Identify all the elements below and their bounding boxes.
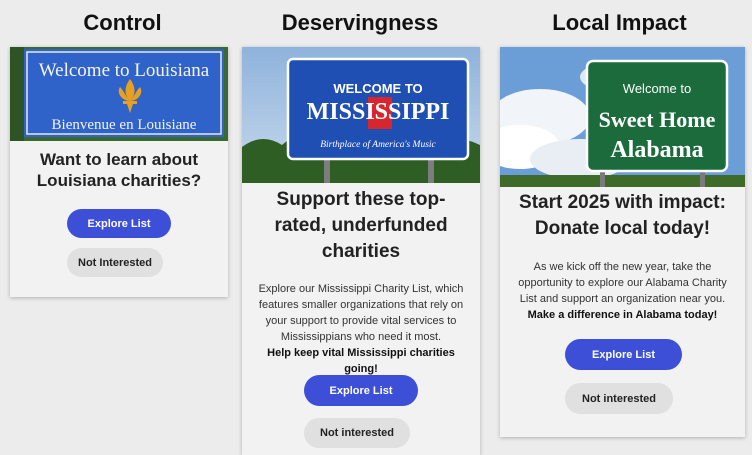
louisiana-sign-line2: Bienvenue en Louisiane: [52, 117, 197, 133]
alabama-sign-line3: Alabama: [610, 137, 703, 163]
louisiana-sign-image: Welcome to Louisiana Bienvenue en Louisi…: [10, 47, 228, 141]
column-title-control: Control: [83, 10, 162, 35]
deservingness-body: Explore our Mississippi Charity List, wh…: [252, 281, 470, 377]
not-interested-button[interactable]: Not Interested: [67, 248, 163, 277]
mississippi-sign-line1: WELCOME TO: [333, 81, 422, 96]
local-impact-body-bold: Make a difference in Alabama today!: [527, 309, 718, 321]
column-title-deservingness: Deservingness: [281, 10, 439, 35]
deservingness-card: WELCOME TO MISSISSIPPI Birthplace of Ame…: [242, 47, 480, 455]
deservingness-body-bold: Help keep vital Mississippi charities go…: [267, 347, 455, 375]
not-interested-button[interactable]: Not interested: [565, 383, 673, 414]
alabama-sign-line2: Sweet Home: [599, 107, 716, 132]
control-card: Welcome to Louisiana Bienvenue en Louisi…: [10, 47, 228, 297]
alabama-sign-image: Welcome to Sweet Home Alabama: [500, 47, 745, 187]
louisiana-sign-line1: Welcome to Louisiana: [39, 60, 210, 81]
control-headline: Want to learn about Louisiana charities?: [36, 150, 202, 190]
local-impact-body: As we kick off the new year, take the op…: [516, 259, 729, 323]
local-impact-headline: Start 2025 with impact: Donate local tod…: [519, 192, 726, 239]
explore-list-button[interactable]: Explore List: [304, 375, 418, 406]
not-interested-button[interactable]: Not interested: [304, 418, 410, 448]
deservingness-body-text: Explore our Mississippi Charity List, wh…: [258, 283, 464, 343]
local-impact-card: Welcome to Sweet Home Alabama Start 2025…: [500, 47, 745, 437]
alabama-sign-line1: Welcome to: [623, 81, 691, 96]
column-title-local-impact: Local Impact: [552, 10, 687, 35]
mississippi-sign-line2: MISSISSIPPI: [307, 99, 450, 125]
mississippi-sign-line3: Birthplace of America's Music: [320, 139, 436, 150]
deservingness-headline: Support these top-rated, underfunded cha…: [274, 189, 448, 262]
explore-list-button[interactable]: Explore List: [565, 339, 682, 370]
local-impact-body-text: As we kick off the new year, take the op…: [518, 261, 727, 305]
explore-list-button[interactable]: Explore List: [67, 209, 171, 238]
mississippi-sign-image: WELCOME TO MISSISSIPPI Birthplace of Ame…: [242, 47, 480, 183]
